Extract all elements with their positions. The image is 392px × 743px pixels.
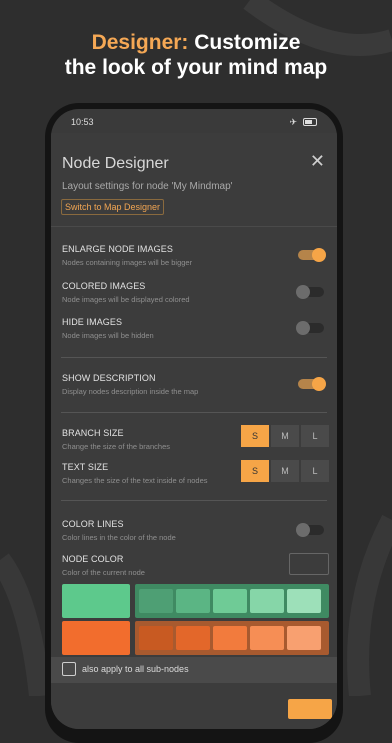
node-color-setting: NODE COLOR Color of the current node — [62, 554, 145, 577]
colored-images-setting: COLORED IMAGES Node images will be displ… — [62, 281, 190, 304]
status-bar: 10:53 ✈ — [51, 111, 337, 133]
branch-size-selector: S M L — [239, 425, 329, 447]
color-lines-toggle[interactable] — [296, 523, 324, 537]
battery-icon — [303, 118, 317, 126]
show-description-setting: SHOW DESCRIPTION Display nodes descripti… — [62, 373, 198, 396]
ok-button[interactable] — [288, 699, 332, 719]
setting-label: SHOW DESCRIPTION — [62, 373, 156, 383]
color-swatch[interactable] — [287, 589, 321, 613]
dialog-title: Node Designer — [62, 155, 169, 172]
setting-label: NODE COLOR — [62, 554, 124, 564]
setting-desc: Display nodes description inside the map — [62, 387, 199, 396]
setting-desc: Changes the size of the text inside of n… — [62, 476, 208, 485]
toggle-knob — [296, 285, 310, 299]
color-swatch[interactable] — [250, 626, 284, 650]
phone-frame: 10:53 ✈ Node Designer ✕ Layout settings … — [45, 103, 343, 743]
branch-size-setting: BRANCH SIZE Change the size of the branc… — [62, 428, 170, 451]
text-size-l[interactable]: L — [301, 460, 329, 482]
apply-subnodes-label: also apply to all sub-nodes — [82, 664, 189, 674]
setting-desc: Color lines in the color of the node — [62, 533, 176, 542]
setting-desc: Color of the current node — [62, 568, 145, 577]
divider — [61, 412, 327, 413]
toggle-knob — [296, 523, 310, 537]
phone-screen: 10:53 ✈ Node Designer ✕ Layout settings … — [51, 109, 337, 729]
status-time: 10:53 — [71, 117, 94, 127]
text-size-selector: S M L — [239, 460, 329, 482]
show-description-toggle[interactable] — [298, 377, 326, 391]
toggle-knob — [312, 377, 326, 391]
text-size-setting: TEXT SIZE Changes the size of the text i… — [62, 462, 208, 485]
setting-desc: Nodes containing images will be bigger — [62, 258, 193, 267]
color-swatch-orange-main[interactable] — [62, 621, 130, 655]
color-swatch[interactable] — [213, 626, 247, 650]
hide-images-setting: HIDE IMAGES Node images will be hidden — [62, 317, 154, 340]
colored-images-toggle[interactable] — [296, 285, 324, 299]
apply-subnodes-checkbox[interactable] — [62, 662, 76, 676]
setting-label: BRANCH SIZE — [62, 428, 124, 438]
airplane-icon: ✈ — [289, 116, 297, 127]
color-swatch[interactable] — [176, 589, 210, 613]
color-swatch[interactable] — [176, 626, 210, 650]
text-size-s[interactable]: S — [241, 460, 269, 482]
divider — [61, 500, 327, 501]
color-swatch[interactable] — [139, 626, 173, 650]
headline: Designer: Customize the look of your min… — [0, 30, 392, 80]
text-size-m[interactable]: M — [271, 460, 299, 482]
setting-desc: Node images will be hidden — [62, 331, 154, 340]
node-designer-dialog: Node Designer ✕ Layout settings for node… — [51, 133, 337, 729]
enlarge-images-toggle[interactable] — [298, 248, 326, 262]
color-row-green — [135, 584, 329, 618]
color-lines-setting: COLOR LINES Color lines in the color of … — [62, 519, 176, 542]
color-swatch[interactable] — [213, 589, 247, 613]
headline-line2: the look of your mind map — [64, 56, 328, 79]
divider — [51, 226, 337, 227]
branch-size-m[interactable]: M — [271, 425, 299, 447]
close-icon[interactable]: ✕ — [310, 151, 325, 172]
headline-line1: Customize — [188, 31, 301, 54]
setting-desc: Node images will be displayed colored — [62, 295, 190, 304]
color-swatch[interactable] — [139, 589, 173, 613]
node-color-preview[interactable] — [289, 553, 329, 575]
divider — [61, 357, 327, 358]
color-row-orange — [135, 621, 329, 655]
setting-label: ENLARGE NODE IMAGES — [62, 244, 173, 254]
apply-subnodes-bar: also apply to all sub-nodes — [51, 657, 337, 683]
switch-to-map-designer-button[interactable]: Switch to Map Designer — [61, 199, 165, 215]
dialog-subtitle: Layout settings for node 'My Mindmap' — [62, 181, 233, 192]
branch-size-s[interactable]: S — [241, 425, 269, 447]
color-swatch-green-main[interactable] — [62, 584, 130, 618]
toggle-knob — [296, 321, 310, 335]
setting-desc: Change the size of the branches — [62, 442, 170, 451]
setting-label: TEXT SIZE — [62, 462, 109, 472]
color-swatch[interactable] — [250, 589, 284, 613]
setting-label: COLOR LINES — [62, 519, 124, 529]
headline-accent: Designer: — [91, 31, 189, 54]
toggle-knob — [312, 248, 326, 262]
hide-images-toggle[interactable] — [296, 321, 324, 335]
branch-size-l[interactable]: L — [301, 425, 329, 447]
setting-label: COLORED IMAGES — [62, 281, 146, 291]
setting-label: HIDE IMAGES — [62, 317, 123, 327]
color-swatch[interactable] — [287, 626, 321, 650]
enlarge-images-setting: ENLARGE NODE IMAGES Nodes containing ima… — [62, 244, 192, 267]
